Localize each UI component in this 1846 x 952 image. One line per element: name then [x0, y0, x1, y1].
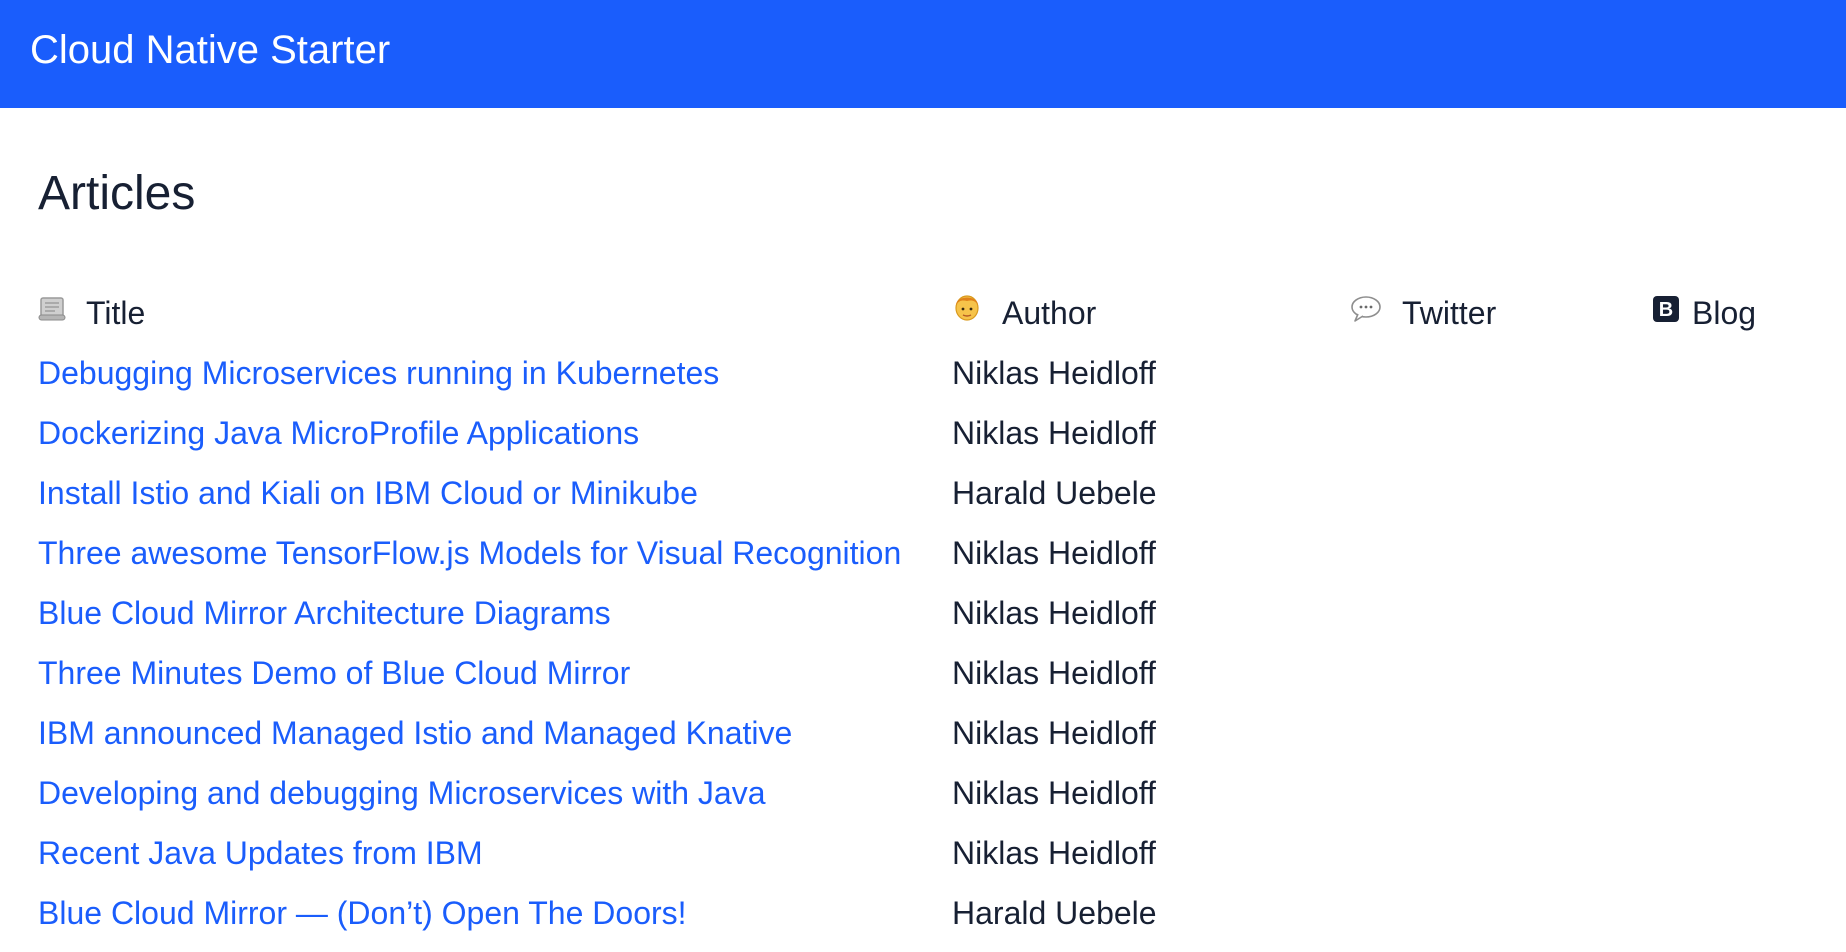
column-header-author-label: Author: [1002, 295, 1097, 331]
article-author: Niklas Heidloff: [952, 715, 1156, 751]
article-author: Niklas Heidloff: [952, 595, 1156, 631]
column-header-author: Author: [952, 290, 1096, 350]
table-row: Developing and debugging Microservices w…: [38, 770, 1828, 830]
table-row: Three awesome TensorFlow.js Models for V…: [38, 530, 1828, 590]
article-author: Niklas Heidloff: [952, 775, 1156, 811]
page-title: Articles: [38, 167, 196, 220]
article-title-link[interactable]: Debugging Microservices running in Kuber…: [38, 355, 719, 391]
svg-text:B: B: [1659, 299, 1673, 321]
scroll-icon: [38, 289, 66, 335]
table-header-row: Title Author Twitter B Blog: [38, 290, 1828, 350]
table-row: Blue Cloud Mirror Architecture Diagrams …: [38, 590, 1828, 650]
articles-table: Title Author Twitter B Blog Debugging Mi…: [38, 290, 1828, 950]
table-row: Recent Java Updates from IBM Niklas Heid…: [38, 830, 1828, 890]
table-row: Debugging Microservices running in Kuber…: [38, 350, 1828, 410]
article-author: Niklas Heidloff: [952, 655, 1156, 691]
column-header-twitter: Twitter: [1350, 290, 1496, 350]
table-row: Install Istio and Kiali on IBM Cloud or …: [38, 470, 1828, 530]
column-header-title: Title: [38, 290, 145, 350]
person-icon: [952, 289, 982, 335]
column-header-blog-label: Blog: [1692, 295, 1757, 331]
b-square-icon: B: [1652, 289, 1680, 335]
column-header-twitter-label: Twitter: [1402, 295, 1497, 331]
app-title[interactable]: Cloud Native Starter: [30, 26, 390, 74]
article-author: Niklas Heidloff: [952, 835, 1156, 871]
article-author: Harald Uebele: [952, 475, 1157, 511]
article-author: Niklas Heidloff: [952, 535, 1156, 571]
article-author: Niklas Heidloff: [952, 355, 1156, 391]
article-title-link[interactable]: Blue Cloud Mirror — (Don’t) Open The Doo…: [38, 895, 687, 931]
article-title-link[interactable]: Developing and debugging Microservices w…: [38, 775, 766, 811]
table-row: Blue Cloud Mirror — (Don’t) Open The Doo…: [38, 890, 1828, 950]
article-title-link[interactable]: IBM announced Managed Istio and Managed …: [38, 715, 792, 751]
article-author: Niklas Heidloff: [952, 415, 1156, 451]
article-title-link[interactable]: Dockerizing Java MicroProfile Applicatio…: [38, 415, 639, 451]
column-header-title-label: Title: [86, 295, 146, 331]
table-row: IBM announced Managed Istio and Managed …: [38, 710, 1828, 770]
column-header-blog: B Blog: [1652, 290, 1756, 350]
speech-bubble-icon: [1350, 289, 1382, 335]
article-title-link[interactable]: Install Istio and Kiali on IBM Cloud or …: [38, 475, 698, 511]
table-row: Dockerizing Java MicroProfile Applicatio…: [38, 410, 1828, 470]
top-navigation-bar: Cloud Native Starter: [0, 0, 1846, 108]
article-title-link[interactable]: Three awesome TensorFlow.js Models for V…: [38, 535, 901, 571]
article-title-link[interactable]: Blue Cloud Mirror Architecture Diagrams: [38, 595, 611, 631]
article-title-link[interactable]: Recent Java Updates from IBM: [38, 835, 483, 871]
article-title-link[interactable]: Three Minutes Demo of Blue Cloud Mirror: [38, 655, 630, 691]
table-row: Three Minutes Demo of Blue Cloud Mirror …: [38, 650, 1828, 710]
article-author: Harald Uebele: [952, 895, 1157, 931]
